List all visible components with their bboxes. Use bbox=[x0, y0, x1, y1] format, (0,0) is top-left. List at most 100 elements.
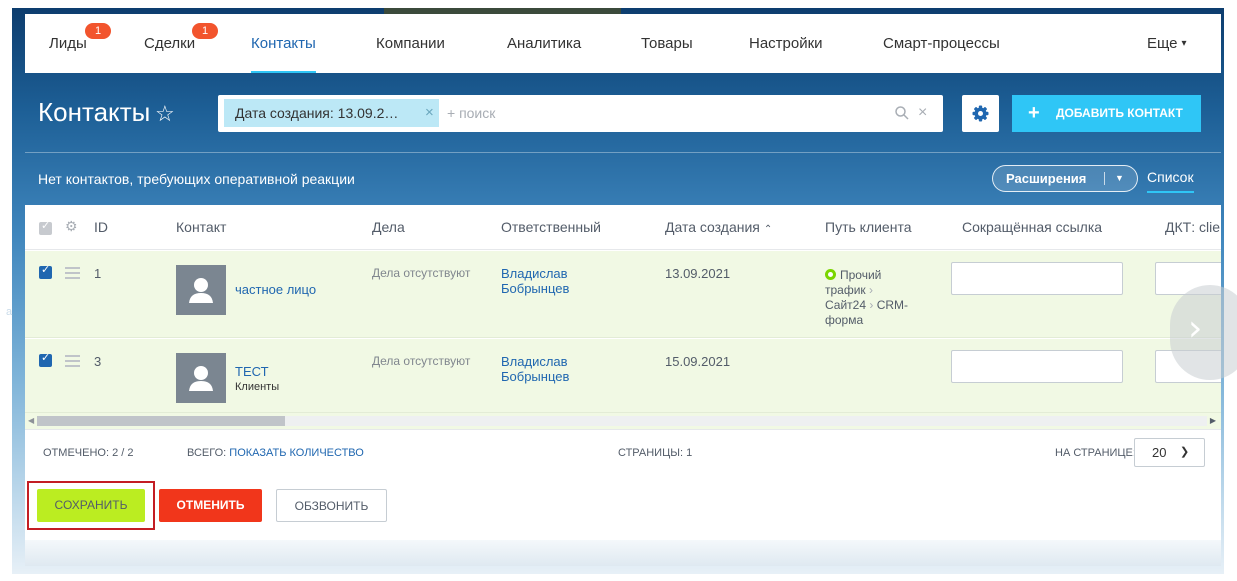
pages-label: Страницы: bbox=[618, 447, 684, 459]
per-page-label: На странице: bbox=[1055, 447, 1136, 459]
horizontal-scrollbar[interactable]: ◀ ▶ bbox=[25, 413, 1221, 429]
contact-type: Клиенты bbox=[235, 381, 280, 393]
drag-handle-icon[interactable] bbox=[65, 267, 80, 282]
nav-deals[interactable]: Сделки bbox=[144, 14, 195, 73]
created-date: 15.09.2021 bbox=[665, 354, 731, 369]
search-icon[interactable] bbox=[894, 105, 910, 121]
drag-handle-icon[interactable] bbox=[65, 355, 80, 370]
cancel-button[interactable]: Отменить bbox=[159, 489, 262, 522]
gear-icon bbox=[972, 105, 989, 122]
pages-info: Страницы: 1 bbox=[618, 447, 692, 459]
show-count-link[interactable]: Показать количество bbox=[229, 447, 364, 459]
user-icon bbox=[189, 278, 213, 303]
call-button[interactable]: Обзвонить bbox=[276, 489, 387, 522]
responsible-first-name: Владислав bbox=[501, 354, 568, 369]
scroll-right-icon[interactable]: ▶ bbox=[1210, 413, 1216, 429]
nav-analytics[interactable]: Аналитика bbox=[507, 14, 581, 73]
nav-smart-processes-label: Смарт-процессы bbox=[883, 35, 1000, 52]
row-id: 3 bbox=[94, 354, 102, 369]
settings-button[interactable] bbox=[962, 95, 999, 132]
scroll-left-icon[interactable]: ◀ bbox=[28, 413, 34, 429]
nav-more-label: Еще bbox=[1147, 35, 1178, 52]
nav-products[interactable]: Товары bbox=[641, 14, 693, 73]
page-title: Контакты bbox=[38, 97, 151, 127]
column-created-date[interactable]: Дата создания ⌃ bbox=[665, 219, 772, 235]
star-icon[interactable]: ☆ bbox=[155, 101, 175, 127]
contact-name-link[interactable]: частное лицо bbox=[235, 282, 316, 297]
row-checkbox[interactable] bbox=[39, 263, 52, 279]
column-dkt[interactable]: ДКТ: clie bbox=[1165, 219, 1220, 235]
chip-close-icon[interactable]: × bbox=[425, 99, 434, 127]
chevron-down-icon: ▾ bbox=[1181, 38, 1187, 49]
scroll-right-arrow[interactable]: › bbox=[1170, 285, 1237, 380]
column-short-link[interactable]: Сокращённая ссылка bbox=[962, 219, 1102, 235]
nav-contacts-label: Контакты bbox=[251, 35, 316, 52]
row-id: 1 bbox=[94, 266, 102, 281]
path-step: трафик bbox=[825, 283, 866, 297]
selected-label: Отмечено: bbox=[43, 447, 109, 459]
client-path: Прочий трафик › Сайт24 › CRM- форма bbox=[825, 268, 935, 328]
table-row[interactable]: 1 частное лицо Дела отсутствуют Владисла… bbox=[25, 251, 1221, 338]
column-deals[interactable]: Дела bbox=[372, 219, 405, 235]
nav-deals-label: Сделки bbox=[144, 35, 196, 52]
column-responsible[interactable]: Ответственный bbox=[501, 219, 601, 235]
row-checkbox[interactable] bbox=[39, 351, 52, 367]
nav-companies[interactable]: Компании bbox=[376, 14, 445, 73]
sort-up-icon: ⌃ bbox=[763, 224, 773, 235]
chevron-right-icon: › bbox=[869, 298, 874, 312]
responsible-last-name: Бобрынцев bbox=[501, 281, 570, 296]
nav-more[interactable]: Еще ▾ bbox=[1147, 14, 1187, 73]
clear-icon[interactable]: × bbox=[918, 99, 927, 127]
total-count: Всего: Показать количество bbox=[187, 447, 364, 459]
nav-settings-label: Настройки bbox=[749, 35, 823, 52]
user-icon bbox=[189, 366, 213, 391]
responsible-link[interactable]: Владислав Бобрынцев bbox=[501, 354, 611, 384]
chevron-right-icon: › bbox=[869, 283, 874, 297]
extensions-separator bbox=[1104, 172, 1105, 185]
scrollbar-thumb[interactable] bbox=[37, 416, 285, 426]
avatar bbox=[176, 265, 226, 315]
chevron-down-icon[interactable]: ▼ bbox=[1115, 166, 1124, 191]
filter-chip-label: Дата создания: 13.09.2… bbox=[235, 105, 399, 121]
short-link-field[interactable] bbox=[951, 262, 1123, 295]
path-step: Сайт24 bbox=[825, 298, 867, 312]
filter-chip[interactable]: Дата создания: 13.09.2… bbox=[224, 99, 439, 127]
column-created-date-label: Дата создания bbox=[665, 219, 760, 235]
path-step: CRM- bbox=[876, 298, 909, 312]
view-list-tab[interactable]: Список bbox=[1147, 169, 1194, 193]
chevron-right-icon: › bbox=[1188, 308, 1203, 349]
deals-status: Дела отсутствуют bbox=[372, 354, 471, 368]
column-id[interactable]: ID bbox=[94, 219, 108, 235]
save-button[interactable]: Сохранить bbox=[37, 489, 145, 522]
column-settings-icon[interactable]: ⚙ bbox=[65, 218, 78, 235]
extensions-button[interactable]: Расширения ▼ bbox=[992, 165, 1138, 192]
deals-status: Дела отсутствуют bbox=[372, 266, 471, 280]
nav-products-label: Товары bbox=[641, 35, 693, 52]
table-row[interactable]: 3 ТЕСТ Клиенты Дела отсутствуют Владисла… bbox=[25, 339, 1221, 413]
per-page-select[interactable]: 20 ❯ bbox=[1134, 438, 1205, 467]
status-text: Нет контактов, требующих оперативной реа… bbox=[38, 171, 355, 187]
add-contact-button[interactable]: + Добавить контакт bbox=[1012, 95, 1201, 132]
nav-settings[interactable]: Настройки bbox=[749, 14, 823, 73]
nav-smart-processes[interactable]: Смарт-процессы bbox=[883, 14, 1000, 73]
nav-contacts[interactable]: Контакты bbox=[251, 14, 316, 73]
column-contact[interactable]: Контакт bbox=[176, 219, 226, 235]
pages-value: 1 bbox=[686, 447, 693, 459]
chevron-down-icon: ❯ bbox=[1180, 446, 1190, 458]
contact-name-link[interactable]: ТЕСТ bbox=[235, 364, 269, 379]
contacts-grid: ⚙ ID Контакт Дела Ответственный Дата соз… bbox=[25, 205, 1221, 474]
column-client-path[interactable]: Путь клиента bbox=[825, 219, 912, 235]
nav-deals-badge: 1 bbox=[192, 23, 218, 39]
filter-search-box[interactable]: Дата создания: 13.09.2… × + поиск × bbox=[218, 95, 943, 132]
select-all-checkbox[interactable] bbox=[39, 219, 52, 235]
short-link-field[interactable] bbox=[951, 350, 1123, 383]
responsible-link[interactable]: Владислав Бобрынцев bbox=[501, 266, 611, 296]
responsible-last-name: Бобрынцев bbox=[501, 369, 570, 384]
grid-footer: Отмечено: 2 / 2 Всего: Показать количест… bbox=[25, 429, 1221, 474]
search-placeholder[interactable]: + поиск bbox=[447, 99, 495, 127]
path-step: форма bbox=[825, 313, 864, 327]
nav-leads[interactable]: Лиды bbox=[49, 14, 87, 73]
avatar bbox=[176, 353, 226, 403]
add-contact-label: Добавить контакт bbox=[1056, 106, 1183, 120]
per-page-value: 20 bbox=[1152, 445, 1167, 460]
